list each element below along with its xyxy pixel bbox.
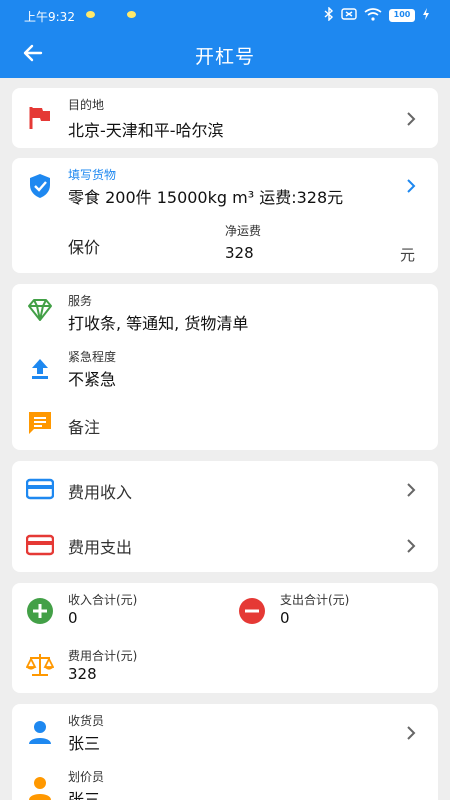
expense-total-label: 支出合计(元) xyxy=(280,593,350,607)
chevron-right-icon xyxy=(404,111,418,126)
destination-label: 目的地 xyxy=(68,98,105,112)
flag-icon xyxy=(26,104,54,132)
income-total-value: 0 xyxy=(68,609,78,627)
service-value: 打收条, 等通知, 货物清单 xyxy=(68,314,249,333)
fees-card: 费用收入 费用支出 xyxy=(12,461,438,572)
pricer-label: 划价员 xyxy=(68,770,105,784)
receiver-value: 张三 xyxy=(68,734,101,753)
cargo-label[interactable]: 填写货物 xyxy=(68,166,116,183)
service-label: 服务 xyxy=(68,294,93,308)
chevron-right-icon xyxy=(404,538,418,553)
person-icon xyxy=(26,718,54,746)
minus-circle-icon xyxy=(238,597,266,625)
expense-total-value: 0 xyxy=(280,609,290,627)
fee-total-label: 费用合计(元) xyxy=(68,649,138,663)
net-fee-label: 净运费 xyxy=(225,224,262,238)
balance-scale-icon xyxy=(25,651,55,679)
chevron-right-icon xyxy=(404,725,418,740)
urgency-value: 不紧急 xyxy=(68,370,117,389)
no-sim-icon xyxy=(341,8,357,23)
chevron-right-icon xyxy=(404,482,418,497)
plus-circle-icon xyxy=(26,597,54,625)
cargo-card: 填写货物 零食 200件 15000kg m³ 运费:328元 保价 净运费 3… xyxy=(12,158,438,273)
upload-icon xyxy=(26,354,54,382)
credit-card-icon xyxy=(25,531,55,559)
fee-total-value: 328 xyxy=(68,665,97,683)
notification-icon xyxy=(127,11,136,18)
notification-icon xyxy=(86,11,95,18)
page-title: 开杠号 xyxy=(194,46,255,68)
income-label: 费用收入 xyxy=(68,483,133,502)
comment-icon xyxy=(26,409,54,437)
charging-icon xyxy=(422,8,430,23)
pricer-value: 张三 xyxy=(68,790,101,800)
shield-check-icon xyxy=(26,172,54,200)
status-time: 上午9:32 xyxy=(24,10,75,24)
status-bar: 上午9:32 100 xyxy=(0,0,450,30)
net-fee-input[interactable]: 328 xyxy=(225,244,254,262)
income-total-label: 收入合计(元) xyxy=(68,593,138,607)
bluetooth-icon xyxy=(324,6,334,24)
urgency-label: 紧急程度 xyxy=(68,350,117,364)
chevron-right-icon[interactable] xyxy=(404,178,418,193)
diamond-icon xyxy=(26,296,54,324)
app-header: 上午9:32 100 开杠号 xyxy=(0,0,450,78)
insurance-label[interactable]: 保价 xyxy=(68,234,100,258)
battery-icon: 100 xyxy=(389,9,415,22)
person-icon xyxy=(26,774,54,800)
cargo-value[interactable]: 零食 200件 15000kg m³ 运费:328元 xyxy=(68,184,343,208)
net-fee-unit: 元 xyxy=(400,246,416,264)
service-card: 服务 打收条, 等通知, 货物清单 紧急程度 不紧急 备注 xyxy=(12,284,438,450)
expense-label: 费用支出 xyxy=(68,538,133,557)
destination-value: 北京-天津和平-哈尔滨 xyxy=(68,121,224,140)
receiver-label: 收货员 xyxy=(68,714,105,728)
totals-card: 收入合计(元) 0 支出合计(元) 0 费用合计(元) 328 xyxy=(12,583,438,693)
credit-card-icon xyxy=(25,475,55,503)
wifi-icon xyxy=(364,7,382,24)
destination-row[interactable]: 目的地 北京-天津和平-哈尔滨 xyxy=(12,88,438,148)
people-card: 收货员 张三 划价员 张三 xyxy=(12,704,438,800)
remark-label: 备注 xyxy=(68,418,101,437)
